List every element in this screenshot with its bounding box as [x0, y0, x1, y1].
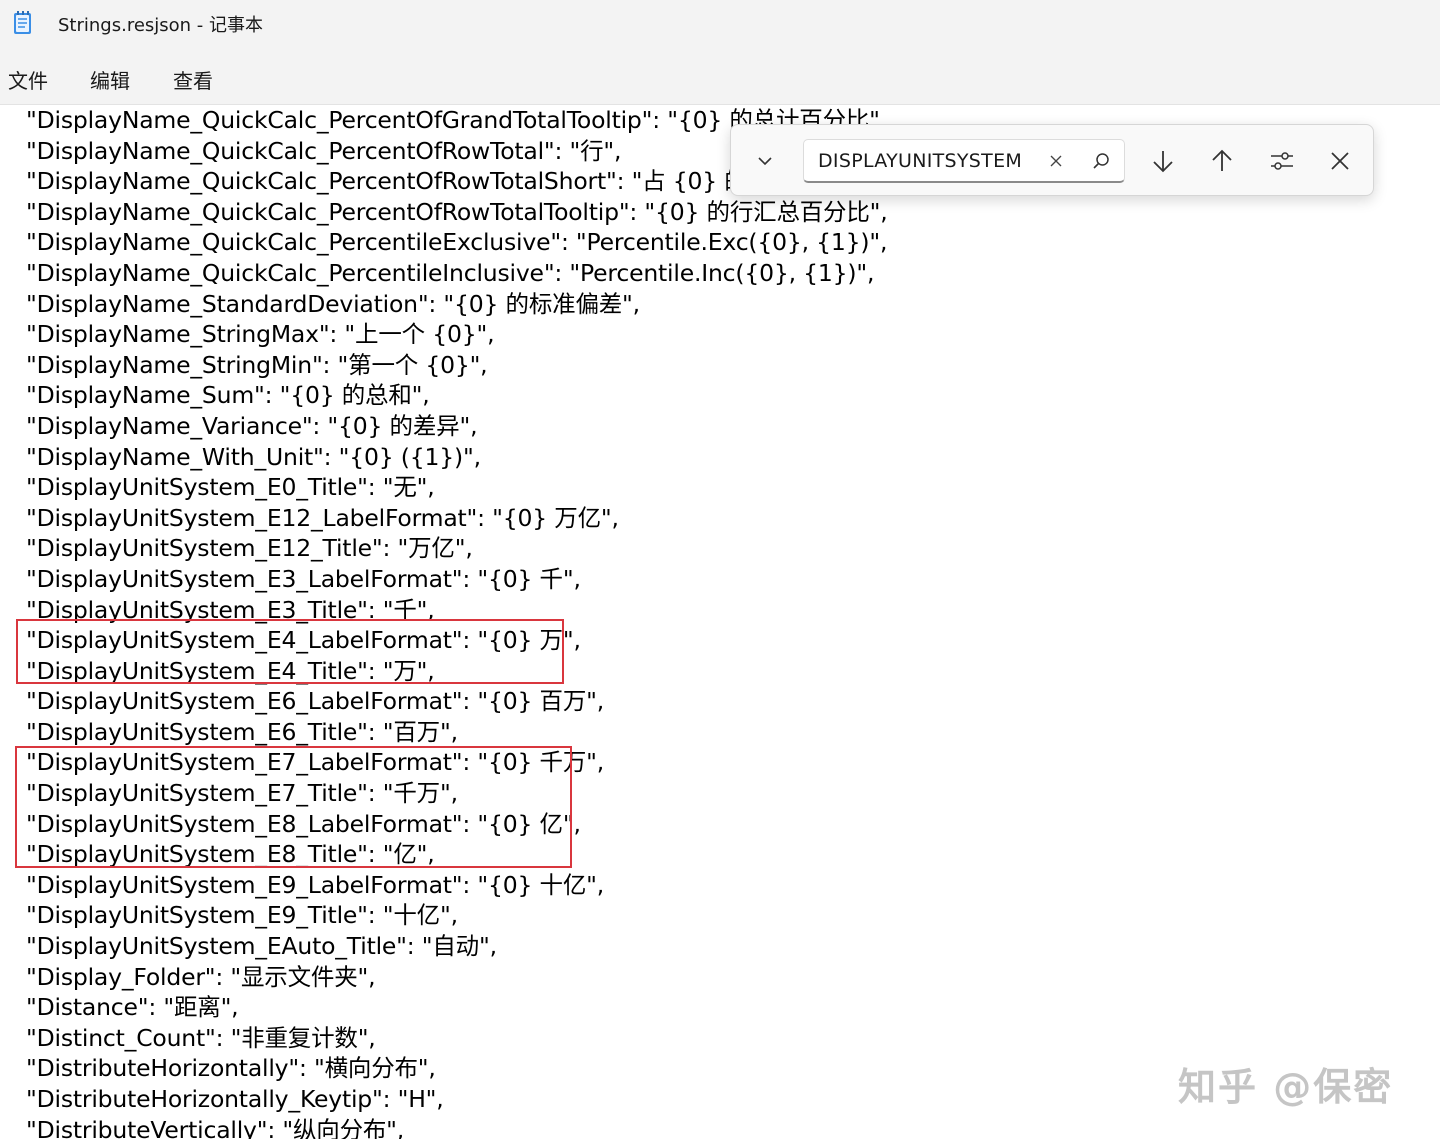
- title-bar: Strings.resjson - 记事本: [0, 0, 1440, 48]
- clear-search-button[interactable]: [1045, 150, 1067, 172]
- code-line: "DisplayUnitSystem_E3_LabelFormat": "{0}…: [26, 564, 581, 593]
- code-line: "DisplayName_StringMin": "第一个 {0}",: [26, 350, 488, 379]
- code-line: "DistributeHorizontally_Keytip": "H",: [26, 1085, 444, 1113]
- close-find-button[interactable]: [1320, 141, 1360, 181]
- toggle-replace-button[interactable]: [745, 141, 785, 181]
- code-line: "DisplayUnitSystem_E6_LabelFormat": "{0}…: [26, 687, 605, 716]
- arrow-up-icon: [1212, 149, 1232, 171]
- code-line: "DisplayUnitSystem_E12_LabelFormat": "{0…: [26, 503, 619, 532]
- menu-bar: 文件 编辑 查看: [0, 48, 1440, 105]
- code-line: "DisplayUnitSystem_E12_Title": "万亿",: [26, 534, 473, 563]
- code-line: "Distinct_Count": "非重复计数",: [26, 1023, 376, 1052]
- code-line: "DisplayUnitSystem_E9_LabelFormat": "{0}…: [26, 870, 605, 899]
- menu-view[interactable]: 查看: [173, 65, 213, 94]
- code-line: "DisplayName_QuickCalc_PercentileExclusi…: [26, 228, 888, 257]
- find-input-container: [803, 139, 1125, 183]
- code-line: "DisplayName_QuickCalc_PercentOfRowTotal…: [26, 197, 888, 226]
- find-next-button[interactable]: [1143, 141, 1183, 181]
- code-line: "DisplayUnitSystem_EAuto_Title": "自动",: [26, 932, 497, 961]
- find-previous-button[interactable]: [1202, 141, 1242, 181]
- highlight-box-e7-e8: [15, 746, 572, 868]
- window-title: Strings.resjson - 记事本: [58, 15, 264, 36]
- menu-file[interactable]: 文件: [8, 65, 48, 94]
- chevron-down-icon: [758, 157, 772, 166]
- code-line: "DisplayUnitSystem_E0_Title": "无",: [26, 473, 435, 502]
- menu-edit[interactable]: 编辑: [90, 65, 130, 94]
- code-line: "Display_Folder": "显示文件夹",: [26, 962, 376, 991]
- close-icon: [1050, 155, 1062, 167]
- code-line: "DisplayName_With_Unit": "{0} ({1})",: [26, 442, 481, 471]
- code-line: "DisplayUnitSystem_E6_Title": "百万",: [26, 717, 458, 746]
- search-button[interactable]: [1090, 150, 1112, 172]
- code-line: "Distance": "距离",: [26, 993, 239, 1022]
- find-options-button[interactable]: [1262, 141, 1302, 181]
- code-line: "DistributeHorizontally": "横向分布",: [26, 1054, 436, 1083]
- code-line: "DistributeVertically": "纵向分布",: [26, 1115, 405, 1139]
- close-icon: [1331, 152, 1349, 170]
- code-line: "DisplayName_StringMax": "上一个 {0}",: [26, 320, 495, 349]
- highlight-box-e4: [16, 619, 564, 684]
- code-line: "DisplayName_StandardDeviation": "{0} 的标…: [26, 289, 640, 318]
- code-line: "DisplayName_QuickCalc_PercentileInclusi…: [26, 258, 875, 287]
- code-line: "DisplayUnitSystem_E9_Title": "十亿",: [26, 901, 458, 930]
- code-line: "DisplayName_Sum": "{0} 的总和",: [26, 381, 430, 410]
- find-bar: [730, 124, 1374, 196]
- sliders-icon: [1271, 152, 1293, 170]
- notepad-icon: [14, 11, 31, 34]
- search-icon: [1093, 153, 1109, 169]
- watermark: 知乎 @保密: [1178, 1065, 1394, 1109]
- code-line: "DisplayName_Variance": "{0} 的差异",: [26, 411, 478, 440]
- find-input[interactable]: [818, 150, 1038, 172]
- arrow-down-icon: [1153, 151, 1173, 173]
